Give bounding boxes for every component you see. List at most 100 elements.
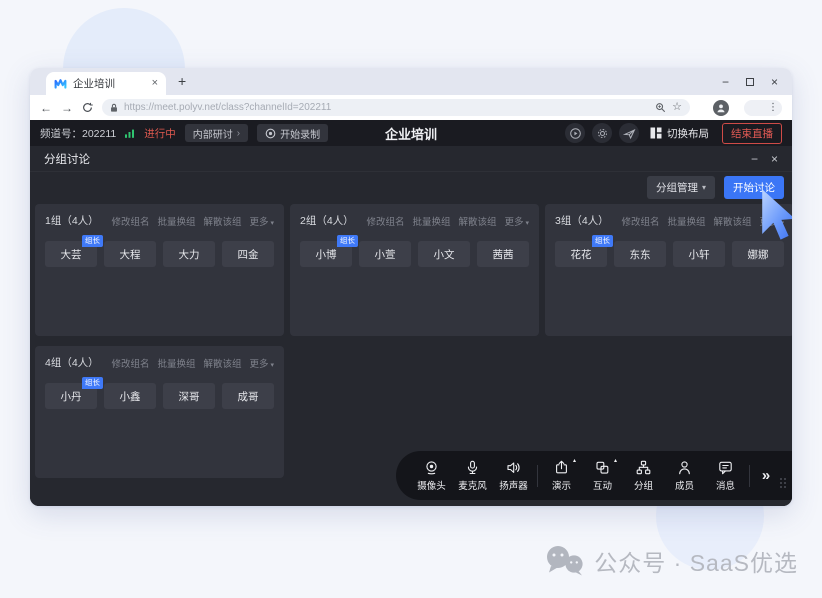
member-chip[interactable]: 四金 [222, 241, 274, 267]
group-action-link[interactable]: 修改组名 [366, 214, 404, 228]
toolbar-label: 摄像头 [417, 478, 446, 492]
member-chip[interactable]: 东东 [614, 241, 666, 267]
new-tab-button[interactable]: + [178, 73, 186, 89]
playback-button[interactable] [565, 123, 585, 143]
reload-button[interactable] [82, 102, 93, 113]
wechat-icon [545, 545, 585, 577]
member-chip[interactable]: 成哥 [222, 383, 274, 409]
group-action-link[interactable]: 解散该组 [204, 356, 242, 370]
toolbar-button-groups[interactable]: 分组 [623, 459, 664, 492]
bottom-toolbar: 摄像头麦克风扬声器▴演示▴互动分组 成员消息 » [396, 451, 792, 500]
member-chip[interactable]: 大程 [104, 241, 156, 267]
panel-actions: 分组管理 ▾ 开始讨论 [30, 172, 792, 202]
toolbar-button-speaker[interactable]: 扬声器 [493, 459, 534, 492]
member-chip[interactable]: 大芸组长 [45, 241, 97, 267]
member-chip[interactable]: 小博组长 [300, 241, 352, 267]
group-name: 2组（4人） [300, 213, 354, 228]
group-manage-button[interactable]: 分组管理 ▾ [647, 176, 715, 199]
url-text: https://meet.polyv.net/class?channelId=2… [124, 102, 649, 113]
member-chip[interactable]: 小鑫 [104, 383, 156, 409]
lock-icon [110, 103, 118, 113]
back-button[interactable]: ← [40, 102, 52, 114]
leader-badge: 组长 [82, 377, 103, 389]
toolbar-button-message[interactable]: 消息 [705, 459, 746, 492]
caret-up-icon: ▴ [573, 458, 576, 464]
group-action-link[interactable]: 修改组名 [621, 214, 659, 228]
app-top-bar: 频道号：202211 进行中 内部研讨› 开始录制 企业培训 [30, 120, 792, 146]
group-card: 4组（4人） 修改组名批量换组解散该组更多 ▾ 小丹组长小鑫深哥成哥 [35, 346, 284, 478]
settings-gear-icon[interactable] [592, 123, 612, 143]
toolbar-label: 分组 [634, 478, 653, 492]
bookmark-star-icon[interactable]: ☆ [672, 102, 682, 113]
page: { "glyphs": { "close": "×", "minimize": … [0, 0, 822, 598]
live-status: 进行中 [144, 126, 176, 141]
kebab-menu-icon[interactable]: ⋮ [768, 103, 778, 113]
member-chip[interactable]: 小文 [418, 241, 470, 267]
member-chip[interactable]: 花花组长 [555, 241, 607, 267]
group-action-link[interactable]: 批量换组 [157, 214, 195, 228]
share-plane-icon[interactable] [619, 123, 639, 143]
window-minimize-button[interactable]: − [722, 76, 729, 88]
tab-close-icon[interactable]: × [152, 78, 158, 89]
member-chip[interactable]: 小丹组长 [45, 383, 97, 409]
microphone-icon [464, 459, 481, 476]
toolbar-button-present[interactable]: ▴演示 [541, 459, 582, 492]
toolbar-button-camera[interactable]: 摄像头 [411, 459, 452, 492]
leader-badge: 组长 [82, 235, 103, 247]
group-name: 4组（4人） [45, 355, 99, 370]
group-action-link[interactable]: 批量换组 [667, 214, 705, 228]
present-icon: ▴ [553, 459, 570, 476]
zoom-page-icon[interactable] [655, 102, 666, 113]
toolbar-button-microphone[interactable]: 麦克风 [452, 459, 493, 492]
member-chip[interactable]: 小轩 [673, 241, 725, 267]
group-action-link[interactable]: 解散该组 [204, 214, 242, 228]
tab-title: 企业培训 [73, 76, 146, 91]
toolbar-items: 摄像头麦克风扬声器▴演示▴互动分组 成员消息 [411, 459, 753, 492]
end-live-button[interactable]: 结束直播 [722, 123, 782, 144]
browser-tab[interactable]: 企业培训 × [46, 72, 166, 95]
leader-badge: 组长 [592, 235, 613, 247]
caret-up-icon: ▴ [614, 458, 617, 464]
member-chip[interactable]: 小萱 [359, 241, 411, 267]
seminar-mode-button[interactable]: 内部研讨› [185, 124, 248, 142]
meeting-title: 企业培训 [385, 124, 437, 143]
address-bar[interactable]: https://meet.polyv.net/class?channelId=2… [102, 99, 690, 116]
panel-title: 分组讨论 [44, 151, 90, 167]
chevron-right-icon: › [237, 128, 240, 139]
window-maximize-button[interactable] [746, 78, 754, 86]
group-action-link[interactable]: 解散该组 [459, 214, 497, 228]
group-action-link[interactable]: 批量换组 [157, 356, 195, 370]
member-chip[interactable]: 茜茜 [477, 241, 529, 267]
group-card: 1组（4人）修改组名批量换组解散该组更多 ▾大芸组长大程大力四金 [35, 204, 284, 336]
window-controls: − × [722, 68, 778, 95]
toolbar-separator [749, 465, 750, 487]
toolbar-label: 成员 [675, 478, 694, 492]
browser-menu-pill[interactable]: ⋮ [744, 100, 782, 116]
group-action-link[interactable]: 修改组名 [111, 356, 149, 370]
toolbar-button-interact[interactable]: ▴互动 [582, 459, 623, 492]
group-action-link[interactable]: 更多 ▾ [250, 356, 274, 370]
panel-minimize-icon[interactable]: − [751, 153, 758, 165]
group-action-link[interactable]: 更多 ▾ [505, 214, 529, 228]
toolbar-button-members[interactable]: 成员 [664, 459, 705, 492]
panel-header: 分组讨论 − × [30, 146, 792, 172]
profile-avatar[interactable] [713, 100, 729, 116]
browser-navbar: ← → https://meet.polyv.net/class?channel… [30, 95, 792, 120]
start-record-button[interactable]: 开始录制 [257, 124, 328, 142]
toolbar-expand-button[interactable]: » [753, 467, 779, 484]
group-name: 3组（4人） [555, 213, 609, 228]
watermark: 公众号 · SaaS优选 [545, 544, 798, 578]
forward-button[interactable]: → [61, 102, 73, 114]
breakout-panel: 分组讨论 − × 分组管理 ▾ 开始讨论 1组（4人）修改组名批量换组解散该组更… [30, 146, 792, 506]
group-action-link[interactable]: 修改组名 [111, 214, 149, 228]
app-top-bar-right: 切换布局 结束直播 [565, 123, 782, 144]
member-chip[interactable]: 深哥 [163, 383, 215, 409]
member-chip[interactable]: 大力 [163, 241, 215, 267]
group-action-link[interactable]: 批量换组 [412, 214, 450, 228]
group-card: 2组（4人） 修改组名批量换组解散该组更多 ▾ 小博组长小萱小文茜茜 [290, 204, 539, 336]
window-close-button[interactable]: × [771, 76, 778, 88]
switch-layout-button[interactable]: 切换布局 [650, 126, 709, 141]
group-action-link[interactable]: 更多 ▾ [250, 214, 274, 228]
panel-close-icon[interactable]: × [771, 153, 778, 165]
toolbar-drag-handle[interactable] [780, 478, 786, 488]
